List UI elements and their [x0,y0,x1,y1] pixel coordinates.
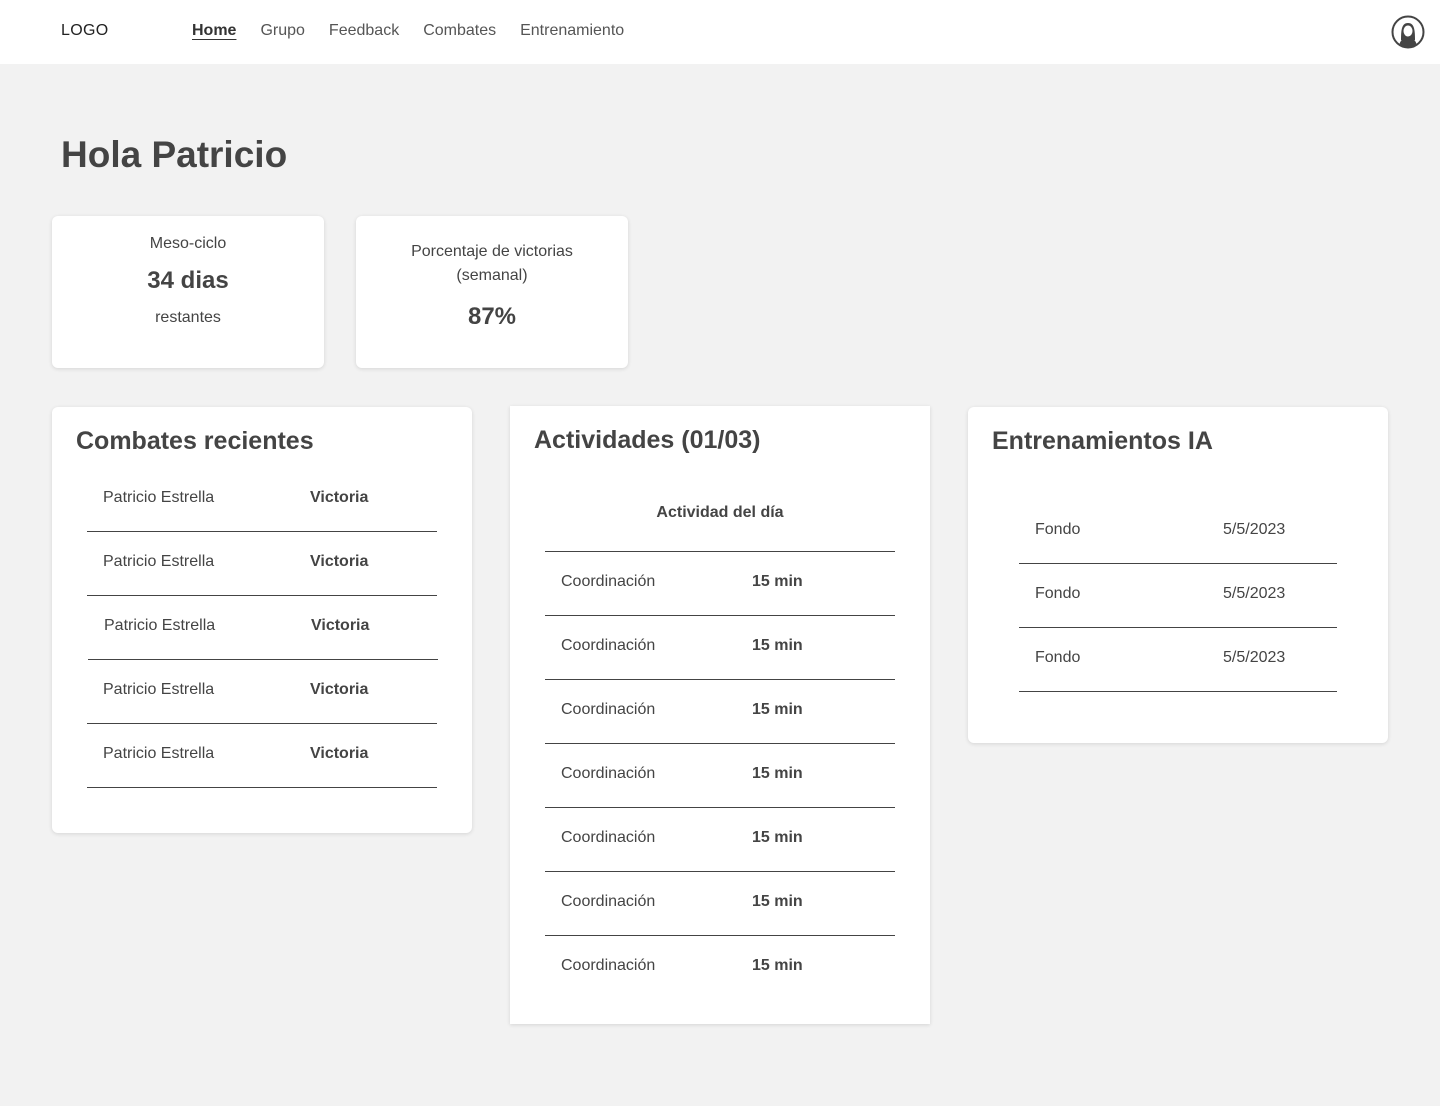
page-title: Hola Patricio [61,134,288,175]
table-row[interactable]: Fondo 5/5/2023 [1019,628,1337,692]
table-row[interactable]: Patricio Estrella Victoria [87,724,437,788]
activity-name: Coordinación [561,957,656,974]
activity-name: Coordinación [561,573,656,590]
training-name: Fondo [1035,649,1081,666]
win-percentage-label-line2: (semanal) [456,267,528,284]
fighter-name: Patricio Estrella [103,553,215,570]
activity-name: Coordinación [561,701,656,718]
training-date: 5/5/2023 [1223,585,1286,602]
table-row[interactable]: Patricio Estrella Victoria [87,660,437,724]
fight-result: Victoria [311,617,370,634]
ai-trainings-panel: Entrenamientos IA Fondo 5/5/2023 Fondo 5… [968,407,1388,743]
training-name: Fondo [1035,585,1081,602]
logo[interactable]: LOGO [61,22,108,40]
activity-duration: 15 min [752,957,803,974]
table-row[interactable]: Coordinación 15 min [545,744,895,808]
table-row[interactable]: Coordinación 15 min [545,872,895,936]
recent-fights-title: Combates recientes [76,427,314,455]
nav-item-feedback[interactable]: Feedback [329,22,399,40]
meso-cycle-card: Meso-ciclo 34 dias restantes [52,216,324,368]
main-nav: Home Grupo Feedback Combates Entrenamien… [192,22,624,40]
activity-duration: 15 min [752,637,803,654]
activity-name: Coordinación [561,893,656,910]
nav-item-home[interactable]: Home [192,22,236,40]
table-row[interactable]: Fondo 5/5/2023 [1019,564,1337,628]
fighter-name: Patricio Estrella [103,745,215,762]
ai-trainings-title: Entrenamientos IA [992,427,1213,455]
user-avatar-icon[interactable] [1391,15,1425,49]
table-row[interactable]: Fondo 5/5/2023 [1019,500,1337,564]
table-row[interactable]: Coordinación 15 min [545,552,895,616]
meso-cycle-sub: restantes [155,309,221,326]
activities-title: Actividades (01/03) [534,426,761,454]
activity-name: Coordinación [561,765,656,782]
activity-name: Coordinación [561,829,656,846]
table-row[interactable]: Coordinación 15 min [545,680,895,744]
table-row[interactable]: Coordinación 15 min [545,808,895,872]
nav-item-entrenamiento[interactable]: Entrenamiento [520,22,624,40]
top-navigation-bar: LOGO Home Grupo Feedback Combates Entren… [0,0,1440,64]
table-row[interactable]: Patricio Estrella Victoria [87,532,437,596]
fight-result: Victoria [310,745,369,762]
training-date: 5/5/2023 [1223,521,1286,538]
table-row[interactable]: Patricio Estrella Victoria [87,468,437,532]
activity-duration: 15 min [752,893,803,910]
activity-name: Coordinación [561,637,656,654]
activities-panel: Actividades (01/03) Actividad del día Co… [510,406,930,1024]
fighter-name: Patricio Estrella [103,681,215,698]
fighter-name: Patricio Estrella [103,489,215,506]
training-date: 5/5/2023 [1223,649,1286,666]
nav-item-combates[interactable]: Combates [423,22,496,40]
activity-duration: 15 min [752,573,803,590]
table-row[interactable]: Patricio Estrella Victoria [88,596,438,660]
fight-result: Victoria [310,681,369,698]
fight-result: Victoria [310,553,369,570]
meso-cycle-label: Meso-ciclo [149,235,227,252]
training-name: Fondo [1035,521,1081,538]
meso-cycle-value: 34 dias [147,267,229,294]
win-percentage-card: Porcentaje de victorias (semanal) 87% [356,216,628,368]
activity-duration: 15 min [752,829,803,846]
nav-item-grupo[interactable]: Grupo [260,22,304,40]
activities-table-header: Actividad del día [545,488,895,552]
activity-duration: 15 min [752,701,803,718]
fighter-name: Patricio Estrella [104,617,216,634]
table-row[interactable]: Coordinación 15 min [545,936,895,1000]
win-percentage-label-line1: Porcentaje de victorias [411,243,573,260]
recent-fights-panel: Combates recientes Patricio Estrella Vic… [52,407,472,833]
win-percentage-value: 87% [467,303,517,330]
activity-duration: 15 min [752,765,803,782]
fight-result: Victoria [310,489,369,506]
table-row[interactable]: Coordinación 15 min [545,616,895,680]
